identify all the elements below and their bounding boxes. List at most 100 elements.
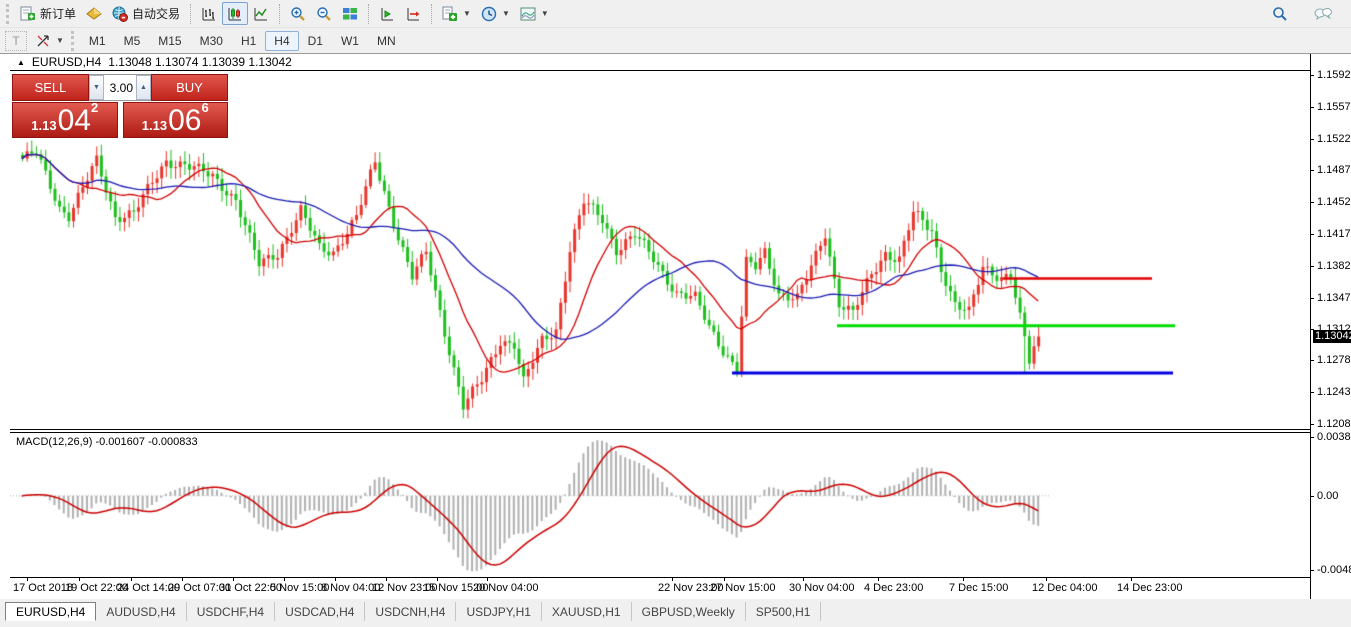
tile-windows-button[interactable] (337, 2, 363, 25)
periods-button[interactable]: ▼ (476, 2, 515, 25)
price-axis-label: 1.15570 (1317, 101, 1351, 113)
price-axis-label: 1.12080 (1317, 418, 1351, 430)
time-tick (79, 578, 80, 581)
time-tick (724, 578, 725, 581)
price-tick (1311, 170, 1314, 171)
time-axis-label: 4 Dec 23:00 (864, 582, 923, 594)
arrows-tool-button[interactable]: ▼ (30, 29, 69, 52)
chart-window: ▲ EURUSD,H4 1.13048 1.13074 1.13039 1.13… (0, 54, 1351, 599)
price-axis-label: 1.13820 (1317, 260, 1351, 272)
one-click-collapse-icon[interactable]: ▲ (17, 58, 25, 67)
time-tick (878, 578, 879, 581)
time-tick (1131, 578, 1132, 581)
price-tick (1311, 360, 1314, 361)
line-icon (253, 6, 269, 22)
timeframe-m30-button[interactable]: M30 (191, 31, 232, 51)
time-tick (1046, 578, 1047, 581)
chart-tab-usdcnh[interactable]: USDCNH,H4 (365, 602, 456, 621)
toolbar-separator (431, 4, 432, 24)
autotrading-button-label: 自动交易 (132, 5, 180, 22)
pane-divider[interactable] (10, 429, 1351, 433)
price-axis-label: 1.12780 (1317, 354, 1351, 366)
autotrading-button[interactable]: 自动交易 (107, 2, 185, 25)
price-axis[interactable]: 1.159201.155701.152201.148701.145201.141… (1310, 54, 1351, 599)
doc-plus-sm-icon (442, 6, 458, 22)
buy-price-prefix: 1.13 (142, 119, 167, 134)
new-order-button-label: 新订单 (40, 5, 76, 22)
toolbar-drag-handle[interactable] (71, 31, 76, 51)
indicators-button[interactable]: ▼ (437, 2, 476, 25)
sell-price-button[interactable]: 1.13042 (12, 102, 118, 138)
price-axis-label: 1.15920 (1317, 69, 1351, 81)
time-axis-label: 12 Dec 04:00 (1032, 582, 1097, 594)
timeframe-d1-button[interactable]: D1 (299, 31, 332, 51)
buy-button[interactable]: BUY (151, 74, 228, 101)
chart-symbol-label: EURUSD,H4 (32, 55, 101, 69)
time-tick (803, 578, 804, 581)
zoomout-icon (316, 6, 332, 22)
macd-axis-label: 0.003847 (1317, 431, 1351, 443)
time-tick (27, 578, 28, 581)
timeframe-h1-button[interactable]: H1 (232, 31, 265, 51)
sell-price-sup: 2 (91, 101, 98, 114)
line-chart-button[interactable] (248, 2, 274, 25)
buy-price-big: 06 (168, 109, 201, 134)
timeframe-w1-button[interactable]: W1 (332, 31, 368, 51)
chevron-down-icon: ▼ (502, 9, 510, 18)
chart-ohlc-values: 1.13048 1.13074 1.13039 1.13042 (108, 55, 292, 69)
buy-price-sup: 6 (201, 101, 208, 114)
search-button[interactable] (1267, 2, 1293, 25)
timeframe-mn-button[interactable]: MN (368, 31, 405, 51)
timeframe-m1-button[interactable]: M1 (80, 31, 115, 51)
sell-price-big: 04 (58, 109, 91, 134)
toolbar-drag-handle[interactable] (6, 4, 11, 24)
timeframe-h4-button[interactable]: H4 (265, 31, 298, 51)
chart-tab-usdcad[interactable]: USDCAD,H4 (275, 602, 365, 621)
gold-icon (86, 6, 102, 22)
new-order-button[interactable]: 新订单 (15, 2, 81, 25)
chart-tab-gbpusd[interactable]: GBPUSD,Weekly (632, 602, 746, 621)
chart-tab-usdchf[interactable]: USDCHF,H4 (187, 602, 275, 621)
volume-input[interactable] (104, 75, 136, 100)
price-axis-label: 1.13470 (1317, 292, 1351, 304)
templates-button[interactable]: ▼ (515, 2, 554, 25)
chat-button[interactable] (1307, 2, 1337, 25)
macd-tick (1311, 496, 1314, 497)
chart-tab-usdjpy[interactable]: USDJPY,H1 (456, 602, 541, 621)
toolbar-separator (279, 4, 280, 24)
volume-decrease-button[interactable]: ▼ (89, 75, 104, 100)
zoom-in-button[interactable] (285, 2, 311, 25)
zoomin-icon (290, 6, 306, 22)
time-axis-label: 14 Dec 23:00 (1117, 582, 1182, 594)
price-tick (1311, 266, 1314, 267)
bar-chart-button[interactable] (196, 2, 222, 25)
chart-tab-audusd[interactable]: AUDUSD,H4 (96, 602, 186, 621)
macd-indicator-canvas[interactable] (10, 434, 1310, 577)
auto-scroll-button[interactable] (374, 2, 400, 25)
time-tick (131, 578, 132, 581)
price-tick (1311, 424, 1314, 425)
chart-tab-xauusd[interactable]: XAUUSD,H1 (542, 602, 632, 621)
candlestick-chart-button[interactable] (222, 2, 248, 25)
time-axis-label: 20 Nov 04:00 (473, 582, 538, 594)
volume-increase-button[interactable]: ▲ (136, 75, 151, 100)
time-tick (437, 578, 438, 581)
window-bottom-edge (0, 621, 1351, 627)
price-tick (1311, 298, 1314, 299)
chart-tab-eurusd[interactable]: EURUSD,H4 (5, 602, 96, 621)
timeframe-m5-button[interactable]: M5 (115, 31, 150, 51)
time-axis[interactable]: 17 Oct 201819 Oct 22:0024 Oct 14:0029 Oc… (10, 577, 1310, 599)
sell-button[interactable]: SELL (12, 74, 89, 101)
chart-tab-bar: EURUSD,H4AUDUSD,H4USDCHF,H4USDCAD,H4USDC… (0, 599, 1351, 621)
chevron-down-icon: ▼ (541, 9, 549, 18)
buy-price-button[interactable]: 1.13066 (123, 102, 229, 138)
zoom-out-button[interactable] (311, 2, 337, 25)
macd-tick (1311, 570, 1314, 571)
time-axis-label: 27 Nov 15:00 (710, 582, 775, 594)
metaeditor-button[interactable] (81, 2, 107, 25)
chart-shift-button[interactable] (400, 2, 426, 25)
text-tool-button[interactable]: T (5, 31, 27, 51)
timeframe-m15-button[interactable]: M15 (149, 31, 190, 51)
chart-tab-sp500[interactable]: SP500,H1 (746, 602, 822, 621)
time-axis-label: 17 Oct 2018 (13, 582, 73, 594)
